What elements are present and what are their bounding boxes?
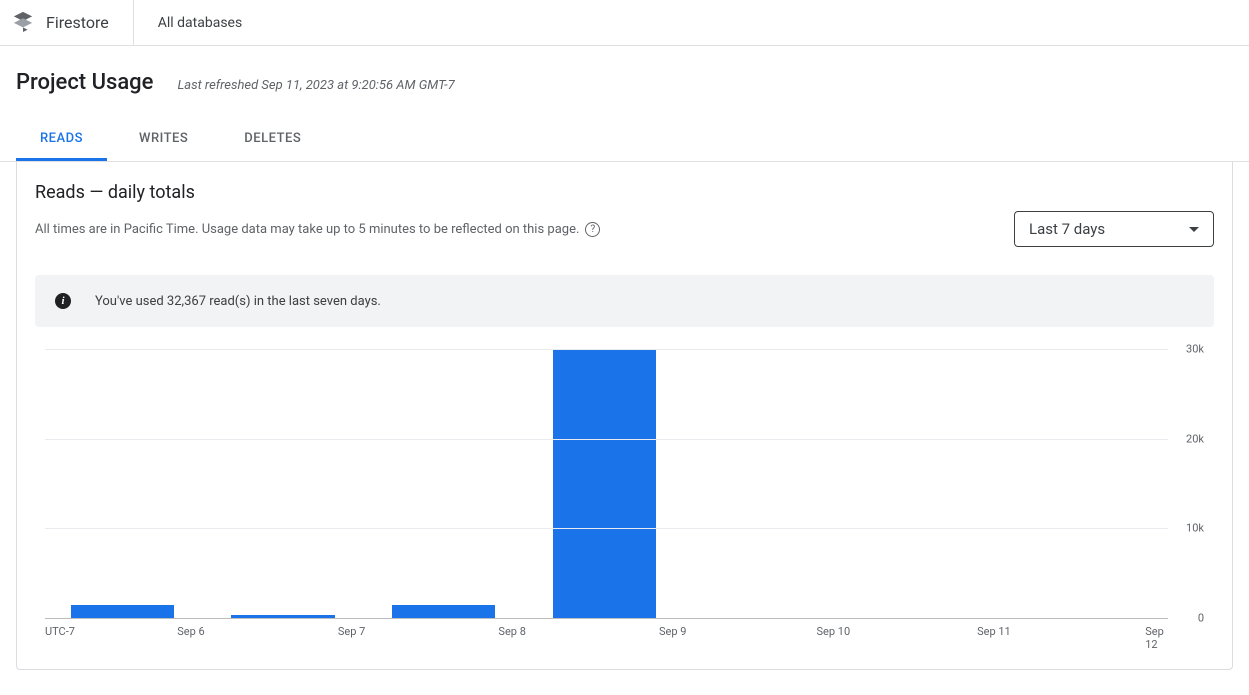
top-bar: Firestore All databases — [0, 0, 1249, 46]
chart-xaxis: UTC-7Sep 6Sep 7Sep 8Sep 9Sep 10Sep 11Sep… — [45, 625, 1168, 645]
bar-sep-7[interactable] — [231, 615, 334, 618]
info-banner: i You've used 32,367 read(s) in the last… — [35, 275, 1214, 327]
x-tick-label: Sep 8 — [498, 625, 525, 638]
bar-sep-8[interactable] — [392, 605, 495, 618]
x-tick-label: Sep 12 — [1145, 625, 1164, 651]
brand: Firestore — [12, 0, 134, 45]
x-tick-label: Sep 6 — [177, 625, 204, 638]
caret-down-icon — [1189, 227, 1199, 232]
gridline — [45, 439, 1168, 440]
page-header: Project Usage Last refreshed Sep 11, 202… — [0, 46, 1249, 107]
last-refreshed-time: Sep 11, 2023 at 9:20:56 AM GMT-7 — [261, 78, 454, 93]
card-subtext-row: All times are in Pacific Time. Usage dat… — [35, 222, 600, 237]
last-refreshed-prefix: Last refreshed — [177, 78, 261, 93]
x-tick-label: Sep 9 — [659, 625, 686, 638]
chart-bars — [45, 349, 1168, 618]
info-icon: i — [55, 293, 71, 309]
page-title: Project Usage — [16, 70, 153, 95]
bar-sep-6[interactable] — [71, 605, 174, 618]
last-refreshed: Last refreshed Sep 11, 2023 at 9:20:56 A… — [177, 78, 454, 93]
x-tick-label: Sep 10 — [817, 625, 851, 638]
tabs: READSWRITESDELETES — [0, 119, 1249, 162]
reads-chart: 010k20k30k UTC-7 Sep 6 Sep 7 Sep 8 Sep 9 Sep … — [35, 349, 1214, 649]
card-title: Reads — daily totals — [35, 182, 1214, 203]
usage-card: Reads — daily totals All times are in Pa… — [16, 162, 1233, 670]
x-tick-label: Sep 11 — [977, 625, 1011, 638]
bar-sep-9[interactable] — [553, 349, 656, 618]
x-tick-label: Sep 7 — [338, 625, 365, 638]
firestore-icon — [12, 10, 34, 36]
card-subtext: All times are in Pacific Time. Usage dat… — [35, 222, 579, 237]
brand-name: Firestore — [46, 13, 109, 32]
y-tick-label: 20k — [1186, 432, 1204, 445]
gridline — [45, 349, 1168, 350]
card-subrow: All times are in Pacific Time. Usage dat… — [35, 211, 1214, 247]
database-selector[interactable]: All databases — [134, 15, 266, 31]
info-banner-text: You've used 32,367 read(s) in the last s… — [95, 294, 381, 309]
y-tick-label: 10k — [1186, 522, 1204, 535]
time-range-label: Last 7 days — [1029, 220, 1105, 238]
tab-writes[interactable]: WRITES — [115, 119, 212, 161]
y-tick-label: 30k — [1186, 343, 1204, 356]
tab-deletes[interactable]: DELETES — [220, 119, 325, 161]
tab-reads[interactable]: READS — [16, 119, 107, 161]
gridline — [45, 528, 1168, 529]
help-icon[interactable]: ? — [585, 222, 600, 237]
x-tick-timezone: UTC-7 — [45, 625, 75, 638]
time-range-select[interactable]: Last 7 days — [1014, 211, 1214, 247]
chart-plot: 010k20k30k — [45, 349, 1168, 619]
y-tick-label: 0 — [1198, 612, 1204, 625]
